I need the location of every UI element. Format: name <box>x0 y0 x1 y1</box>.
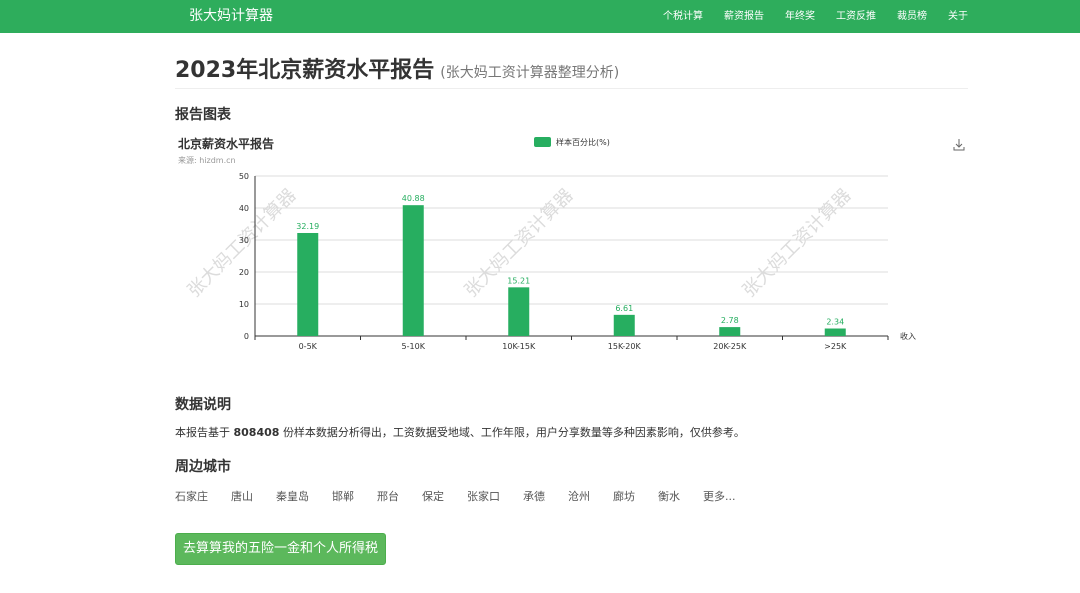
bar <box>824 328 846 336</box>
city-link[interactable]: 石家庄 <box>175 488 208 506</box>
bar <box>613 314 635 336</box>
nav-item-salary-report[interactable]: 薪资报告 <box>724 0 764 33</box>
x-tick-label: 20K-25K <box>713 342 747 350</box>
chart-subtitle: 来源: hizdm.cn <box>178 156 236 165</box>
data-label: 32.19 <box>296 222 319 231</box>
city-link[interactable]: 沧州 <box>568 488 590 506</box>
y-tick-label: 50 <box>239 172 249 181</box>
nav-item-tax[interactable]: 个税计算 <box>663 0 703 33</box>
data-label: 2.78 <box>721 316 739 325</box>
bar <box>719 327 741 336</box>
city-link[interactable]: 承德 <box>523 488 545 506</box>
nearby-city-list: 石家庄 唐山 秦皇岛 邯郸 邢台 保定 张家口 承德 沧州 廊坊 衡水 更多..… <box>175 488 759 506</box>
y-tick-label: 40 <box>239 204 249 213</box>
x-tick-label: 10K-15K <box>502 342 536 350</box>
data-description: 本报告基于 808408 份样本数据分析得出，工资数据受地域、工作年限，用户分享… <box>175 425 745 441</box>
city-link[interactable]: 秦皇岛 <box>276 488 309 506</box>
city-link[interactable]: 邯郸 <box>332 488 354 506</box>
data-section-heading: 数据说明 <box>175 397 231 413</box>
city-link[interactable]: 保定 <box>422 488 444 506</box>
brand-logo[interactable]: 张大妈计算器 <box>189 6 273 26</box>
page-subtitle: (张大妈工资计算器整理分析) <box>440 65 620 81</box>
y-tick-label: 30 <box>239 236 249 245</box>
legend-swatch <box>534 137 551 147</box>
chart-section-heading: 报告图表 <box>175 107 231 123</box>
nav-item-about[interactable]: 关于 <box>948 0 968 33</box>
calculate-tax-button[interactable]: 去算算我的五险一金和个人所得税 <box>175 533 386 565</box>
city-link[interactable]: 廊坊 <box>613 488 635 506</box>
data-label: 6.61 <box>615 304 633 313</box>
download-icon[interactable] <box>953 139 965 151</box>
y-tick-label: 20 <box>239 268 249 277</box>
nav-item-reverse-salary[interactable]: 工资反推 <box>836 0 876 33</box>
description-suffix: 份样本数据分析得出，工资数据受地域、工作年限，用户分享数量等多种因素影响，仅供参… <box>282 426 745 439</box>
city-link[interactable]: 邢台 <box>377 488 399 506</box>
x-tick-label: 5-10K <box>402 342 426 350</box>
nav-item-year-end-bonus[interactable]: 年终奖 <box>785 0 815 33</box>
legend-label: 样本百分比(%) <box>556 137 610 147</box>
data-label: 2.34 <box>826 318 844 327</box>
y-tick-label: 0 <box>244 332 249 341</box>
chart-watermark-text: 张大妈工资计算器 <box>739 185 856 302</box>
more-cities-link[interactable]: 更多... <box>703 488 736 506</box>
nearby-section-heading: 周边城市 <box>175 459 231 475</box>
chart-legend[interactable]: 样本百分比(%) <box>534 137 610 147</box>
city-link[interactable]: 衡水 <box>658 488 680 506</box>
city-link[interactable]: 张家口 <box>467 488 500 506</box>
y-tick-label: 10 <box>239 300 249 309</box>
x-tick-label: 15K-20K <box>608 342 642 350</box>
x-tick-label: 0-5K <box>299 342 318 350</box>
x-axis-label: 收入 <box>900 331 916 341</box>
description-prefix: 本报告基于 <box>175 426 230 439</box>
bar <box>297 232 319 336</box>
sample-count: 808408 <box>233 426 280 439</box>
top-nav: 个税计算 薪资报告 年终奖 工资反推 裁员榜 关于 <box>642 0 968 33</box>
data-label: 15.21 <box>507 276 530 285</box>
page-title: 2023年北京薪资水平报告 (张大妈工资计算器整理分析) <box>175 52 619 84</box>
x-tick-label: >25K <box>824 342 847 350</box>
city-link[interactable]: 唐山 <box>231 488 253 506</box>
page-title-main: 2023年北京薪资水平报告 <box>175 58 435 83</box>
salary-bar-chart: 张大妈工资计算器 张大妈工资计算器 张大妈工资计算器 北京薪资水平报告 来源: … <box>178 136 965 350</box>
data-label: 40.88 <box>402 194 425 203</box>
top-navbar: 张大妈计算器 个税计算 薪资报告 年终奖 工资反推 裁员榜 关于 <box>0 0 1080 33</box>
bar <box>508 287 530 336</box>
bar <box>402 205 424 336</box>
chart-title: 北京薪资水平报告 <box>178 136 274 151</box>
title-divider <box>175 88 968 89</box>
nav-item-layoffs[interactable]: 裁员榜 <box>897 0 927 33</box>
